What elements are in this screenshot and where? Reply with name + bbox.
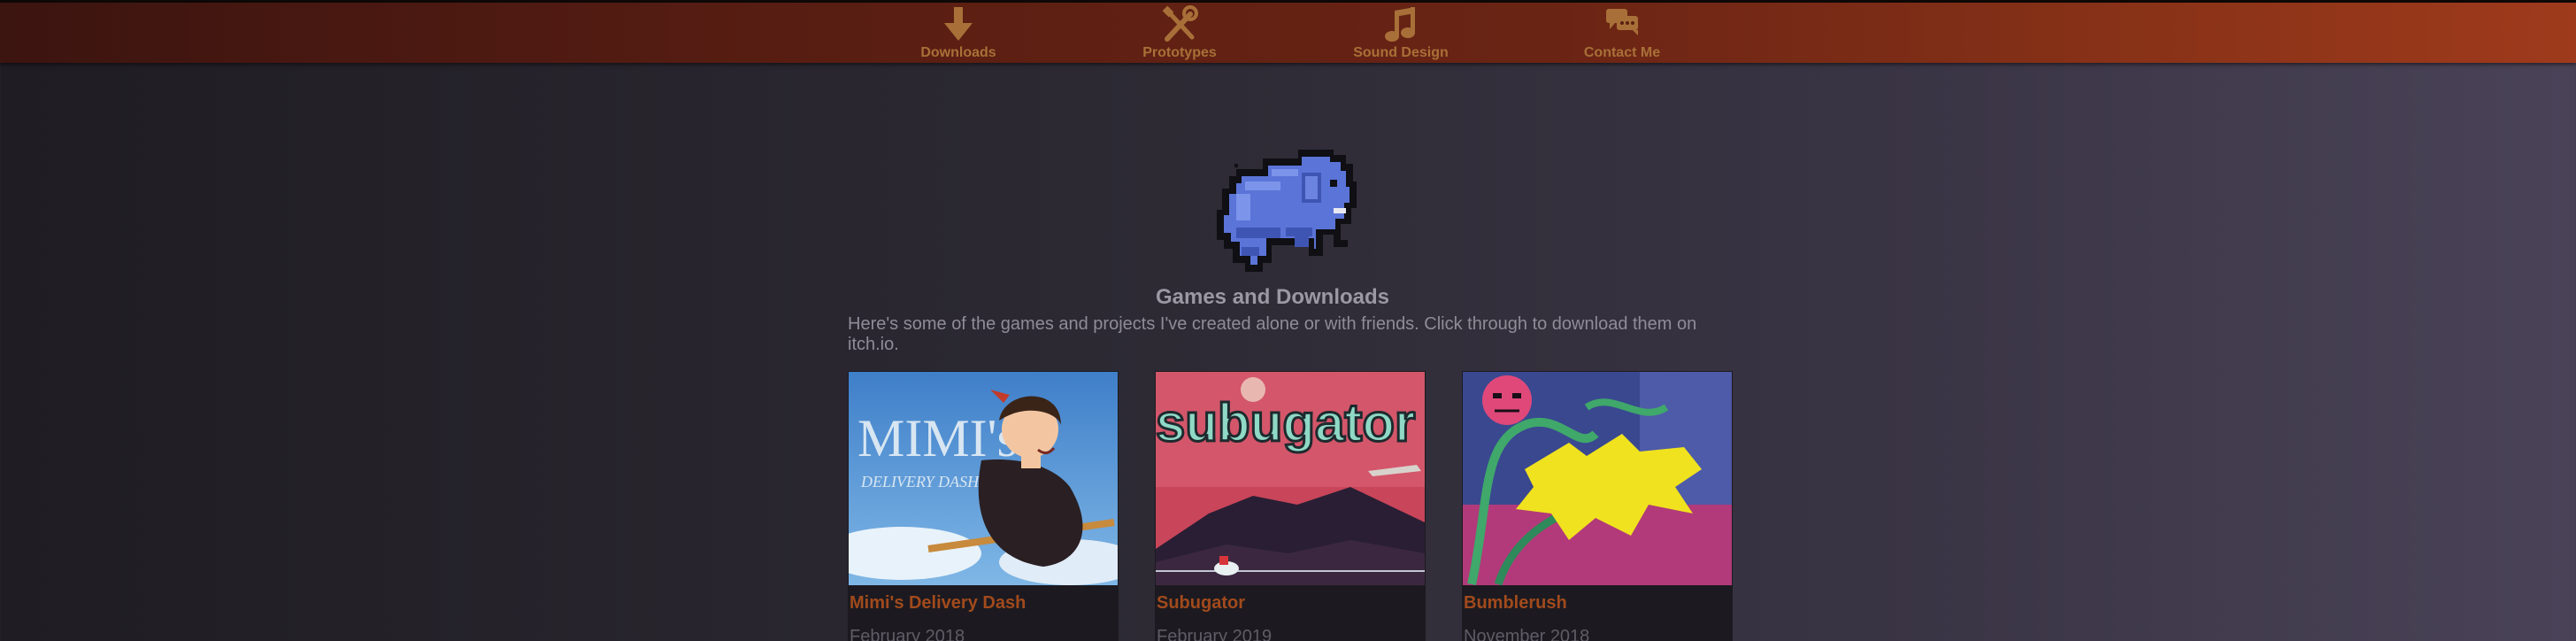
game-thumbnail-subugator[interactable]: subugator [1156, 372, 1425, 585]
subugator-logo-text: subugator [1156, 393, 1415, 452]
mimi-logo-text: MIMI's [857, 409, 1018, 467]
game-thumbnail-mimi[interactable]: MIMI's DELIVERY DASH [849, 372, 1118, 585]
nav-label-sound-design: Sound Design [1353, 45, 1449, 60]
bumblerush-artwork [1463, 372, 1732, 585]
intro-text-content: Here's some of the games and projects I'… [848, 314, 1697, 354]
nav-downloads[interactable]: Downloads [870, 3, 1047, 66]
intro-text: Here's some of the games and projects I'… [848, 314, 1715, 355]
game-card-subugator[interactable]: subugator Subugator February 2019 [1155, 371, 1426, 641]
mimi-logo-subtext: DELIVERY DASH [860, 473, 980, 490]
elephant-logo [1210, 143, 1365, 284]
nav-contact-me[interactable]: Contact Me [1534, 3, 1711, 66]
music-note-icon [1385, 7, 1415, 42]
game-card-bumblerush[interactable]: Bumblerush November 2018 [1462, 371, 1733, 641]
game-card-mimis-delivery-dash[interactable]: MIMI's DELIVERY DASH Mimi's Delivery Das… [848, 371, 1119, 641]
subugator-artwork: subugator [1156, 372, 1425, 585]
game-thumbnail-bumblerush[interactable] [1463, 372, 1732, 585]
mimi-artwork: MIMI's DELIVERY DASH [849, 372, 1118, 585]
page-title: Games and Downloads [1155, 285, 1390, 309]
chat-bubbles-icon [1606, 9, 1638, 35]
game-date: February 2018 [850, 627, 965, 641]
game-title[interactable]: Subugator [1157, 593, 1245, 614]
top-nav-bar: Downloads Prototypes Sound Design Contac… [0, 0, 2576, 63]
nav-label-prototypes: Prototypes [1142, 45, 1217, 60]
nav-label-downloads: Downloads [920, 45, 996, 60]
pixel-elephant-icon [1217, 150, 1357, 272]
tools-icon [1162, 5, 1198, 42]
game-title[interactable]: Mimi's Delivery Dash [850, 593, 1026, 614]
game-date: November 2018 [1464, 627, 1590, 641]
game-title[interactable]: Bumblerush [1464, 593, 1567, 614]
nav-prototypes[interactable]: Prototypes [1091, 3, 1268, 66]
nav-label-contact-me: Contact Me [1583, 45, 1661, 60]
game-date: February 2019 [1157, 627, 1273, 641]
download-arrow-icon [944, 7, 973, 41]
nav-sound-design[interactable]: Sound Design [1312, 3, 1489, 66]
